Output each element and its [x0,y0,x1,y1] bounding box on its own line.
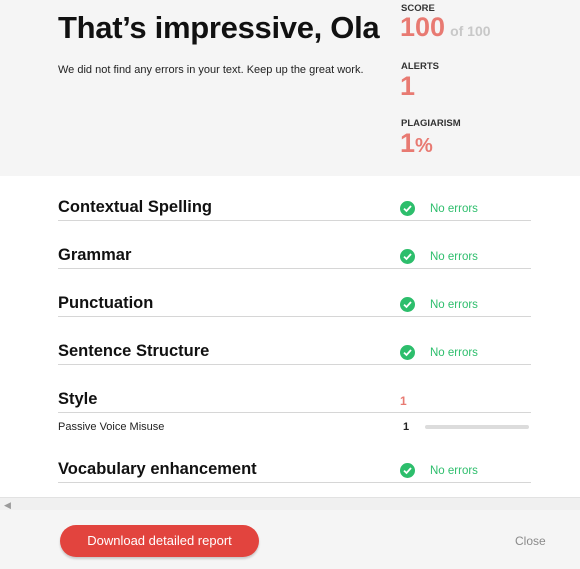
check-label: Vocabulary enhancement [58,460,257,478]
status-text: No errors [430,464,478,477]
check-circle-icon [400,345,415,360]
check-row-grammar[interactable]: Grammar No errors [58,238,531,269]
check-status: No errors [400,463,478,478]
check-circle-icon [400,297,415,312]
close-button[interactable]: Close [515,534,546,548]
check-label: Punctuation [58,294,154,312]
horizontal-scrollbar[interactable] [0,497,580,510]
check-status: No errors [400,345,478,360]
plagiarism-unit: % [415,135,433,157]
status-text: No errors [430,298,478,311]
summary-text: We did not find any errors in your text.… [58,64,364,76]
check-circle-icon [400,249,415,264]
check-row-vocabulary-enhancement[interactable]: Vocabulary enhancement No errors [58,452,531,483]
check-status: No errors [400,297,478,312]
check-label: Style [58,390,98,408]
download-report-button[interactable]: Download detailed report [60,525,259,557]
check-label: Sentence Structure [58,342,210,360]
style-detail-row[interactable]: Passive Voice Misuse 1 [58,418,531,436]
check-status: No errors [400,201,478,216]
detail-label: Passive Voice Misuse [58,421,165,433]
plagiarism-number: 1 [400,128,416,158]
detail-count: 1 [403,421,410,433]
status-text: No errors [430,250,478,263]
scroll-left-icon[interactable]: ◀ [4,500,11,511]
check-label: Grammar [58,246,132,264]
score-number: 100 [400,12,446,42]
check-status: No errors [400,249,478,264]
report-header: That’s impressive, Ola We did not find a… [0,0,580,176]
score-suffix: of 100 [450,23,491,39]
plagiarism-value: 1% [400,128,433,159]
status-text: No errors [430,202,478,215]
check-row-contextual-spelling[interactable]: Contextual Spelling No errors [58,190,531,221]
check-row-sentence-structure[interactable]: Sentence Structure No errors [58,334,531,365]
page-title: That’s impressive, Ola [58,10,380,45]
check-row-punctuation[interactable]: Punctuation No errors [58,286,531,317]
check-row-style[interactable]: Style 1 [58,382,531,413]
detail-progress-bar [425,425,529,429]
check-circle-icon [400,201,415,216]
check-label: Contextual Spelling [58,198,213,216]
score-value: 100 of 100 [400,12,491,43]
alert-count: 1 [400,394,407,408]
alerts-value: 1 [400,71,416,101]
status-text: No errors [430,346,478,359]
check-circle-icon [400,463,415,478]
